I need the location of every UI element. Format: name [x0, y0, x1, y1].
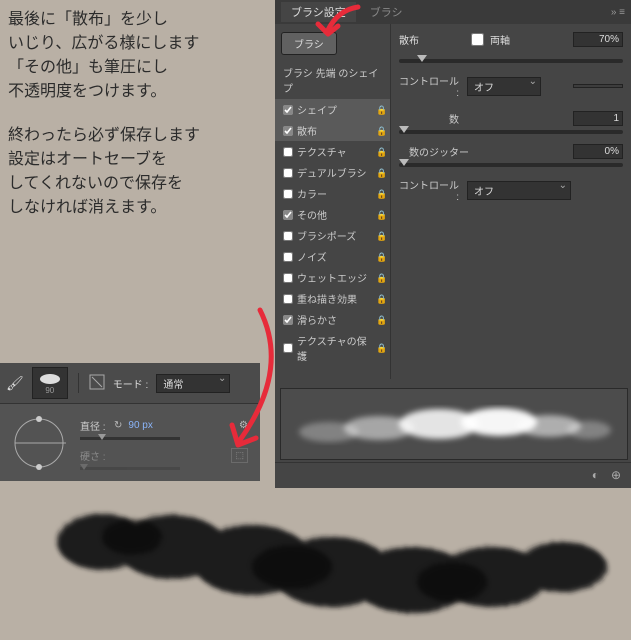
- option-label: 散布: [297, 123, 376, 138]
- option-checkbox[interactable]: [283, 343, 293, 353]
- lock-icon[interactable]: 🔒: [376, 252, 386, 262]
- tutorial-para-1: 最後に「散布」を少し いじり、広がる様にします 「その他」も筆圧にし 不透明度を…: [8, 8, 200, 104]
- brush-tool-icon[interactable]: 🖌: [6, 375, 24, 392]
- option-checkbox[interactable]: [283, 231, 293, 241]
- option-checkbox[interactable]: [283, 147, 293, 157]
- new-brush-icon[interactable]: ⊕: [611, 468, 621, 482]
- brush-option-0[interactable]: シェイプ🔒: [275, 99, 390, 120]
- count-jitter-control-select[interactable]: オフ: [467, 181, 571, 200]
- toggle-preview-icon[interactable]: ◐: [592, 468, 599, 482]
- blend-mode-select[interactable]: 通常: [156, 374, 230, 393]
- count-jitter-value[interactable]: 0%: [573, 144, 623, 159]
- option-checkbox[interactable]: [283, 210, 293, 220]
- tutorial-para-2: 終わったら必ず保存します 設定はオートセーブを してくれないので保存を しなけれ…: [8, 124, 200, 220]
- preview-stroke: [289, 394, 619, 454]
- lock-icon[interactable]: 🔒: [376, 231, 386, 241]
- lock-icon[interactable]: 🔒: [376, 126, 386, 136]
- brush-option-6[interactable]: ブラシポーズ🔒: [275, 225, 390, 246]
- option-checkbox[interactable]: [283, 126, 293, 136]
- diameter-label: 直径 :: [80, 418, 108, 433]
- sample-brush-stroke: [30, 490, 620, 630]
- brush-preset-thumb[interactable]: 90: [32, 367, 68, 399]
- lock-icon[interactable]: 🔒: [376, 105, 386, 115]
- mode-label: モード :: [113, 376, 149, 391]
- lock-icon[interactable]: 🔒: [376, 273, 386, 283]
- option-label: 滑らかさ: [297, 312, 376, 327]
- brush-option-11[interactable]: テクスチャの保護🔒: [275, 330, 390, 366]
- diameter-slider[interactable]: [80, 437, 180, 440]
- brush-option-9[interactable]: 重ね描き効果🔒: [275, 288, 390, 309]
- option-checkbox[interactable]: [283, 252, 293, 262]
- brush-presets-button[interactable]: ブラシ: [281, 32, 337, 55]
- brush-option-3[interactable]: デュアルブラシ🔒: [275, 162, 390, 183]
- option-checkbox[interactable]: [283, 273, 293, 283]
- tab-brush-settings[interactable]: ブラシ設定: [281, 2, 356, 22]
- tutorial-text: 最後に「散布」を少し いじり、広がる様にします 「その他」も筆圧にし 不透明度を…: [8, 8, 200, 240]
- option-label: ノイズ: [297, 249, 376, 264]
- scatter-value[interactable]: 70%: [573, 32, 623, 47]
- brush-option-1[interactable]: 散布🔒: [275, 120, 390, 141]
- count-jitter-label: 数のジッター: [399, 144, 469, 159]
- brush-tip-shape-label[interactable]: ブラシ 先端 のシェイプ: [275, 61, 390, 99]
- brush-panel-toggle-icon[interactable]: [89, 374, 105, 393]
- brush-preview: [280, 388, 628, 460]
- brush-option-4[interactable]: カラー🔒: [275, 183, 390, 204]
- scatter-label: 散布: [399, 32, 459, 47]
- lock-icon[interactable]: 🔒: [376, 189, 386, 199]
- option-checkbox[interactable]: [283, 315, 293, 325]
- count-label: 数: [399, 111, 459, 126]
- option-label: シェイプ: [297, 102, 376, 117]
- panel-header: ブラシ設定 ブラシ » ≡: [275, 0, 631, 24]
- option-checkbox[interactable]: [283, 105, 293, 115]
- panel-right-column: 散布 両軸 70% コントロール : オフ 数 1 数のジッター 0%: [391, 24, 631, 379]
- brush-option-2[interactable]: テクスチャ🔒: [275, 141, 390, 162]
- lock-icon[interactable]: 🔒: [376, 147, 386, 157]
- option-label: その他: [297, 207, 376, 222]
- diameter-value[interactable]: 90 px: [128, 420, 152, 431]
- option-label: カラー: [297, 186, 376, 201]
- brush-thumb-size: 90: [45, 386, 54, 395]
- both-axes-checkbox[interactable]: [471, 33, 484, 46]
- hardness-slider[interactable]: [80, 467, 180, 470]
- brush-option-5[interactable]: その他🔒: [275, 204, 390, 225]
- control-label: コントロール :: [399, 73, 459, 99]
- hardness-label: 硬さ :: [80, 448, 108, 463]
- create-new-brush-icon[interactable]: ⬚: [231, 448, 248, 463]
- brush-options-gear-icon[interactable]: ⚙: [239, 420, 248, 431]
- control2-label: コントロール :: [399, 177, 459, 203]
- lock-icon[interactable]: 🔒: [376, 210, 386, 220]
- tab-brushes[interactable]: ブラシ: [360, 2, 413, 22]
- brush-angle-picker[interactable]: [12, 416, 66, 470]
- reset-size-icon[interactable]: ↻: [114, 420, 122, 431]
- tool-options-bar: 🖌 90 モード : 通常 直径 : ↻ 90 px ⚙: [0, 363, 260, 481]
- count-value[interactable]: 1: [573, 111, 623, 126]
- both-axes-label: 両軸: [490, 32, 510, 47]
- brush-option-10[interactable]: 滑らかさ🔒: [275, 309, 390, 330]
- scatter-control-value[interactable]: [573, 84, 623, 88]
- lock-icon[interactable]: 🔒: [376, 168, 386, 178]
- option-label: デュアルブラシ: [297, 165, 376, 180]
- option-label: ブラシポーズ: [297, 228, 376, 243]
- option-checkbox[interactable]: [283, 168, 293, 178]
- option-label: ウェットエッジ: [297, 270, 376, 285]
- panel-footer: ◐ ⊕: [275, 462, 631, 486]
- option-checkbox[interactable]: [283, 294, 293, 304]
- option-label: テクスチャ: [297, 144, 376, 159]
- option-label: テクスチャの保護: [297, 333, 376, 363]
- lock-icon[interactable]: 🔒: [376, 315, 386, 325]
- panel-left-column: ブラシ ブラシ 先端 のシェイプ シェイプ🔒散布🔒テクスチャ🔒デュアルブラシ🔒カ…: [275, 24, 391, 379]
- lock-icon[interactable]: 🔒: [376, 343, 386, 353]
- scatter-control-select[interactable]: オフ: [467, 77, 541, 96]
- lock-icon[interactable]: 🔒: [376, 294, 386, 304]
- option-label: 重ね描き効果: [297, 291, 376, 306]
- option-checkbox[interactable]: [283, 189, 293, 199]
- panel-menu-icon[interactable]: » ≡: [611, 7, 625, 18]
- brush-option-8[interactable]: ウェットエッジ🔒: [275, 267, 390, 288]
- brush-option-7[interactable]: ノイズ🔒: [275, 246, 390, 267]
